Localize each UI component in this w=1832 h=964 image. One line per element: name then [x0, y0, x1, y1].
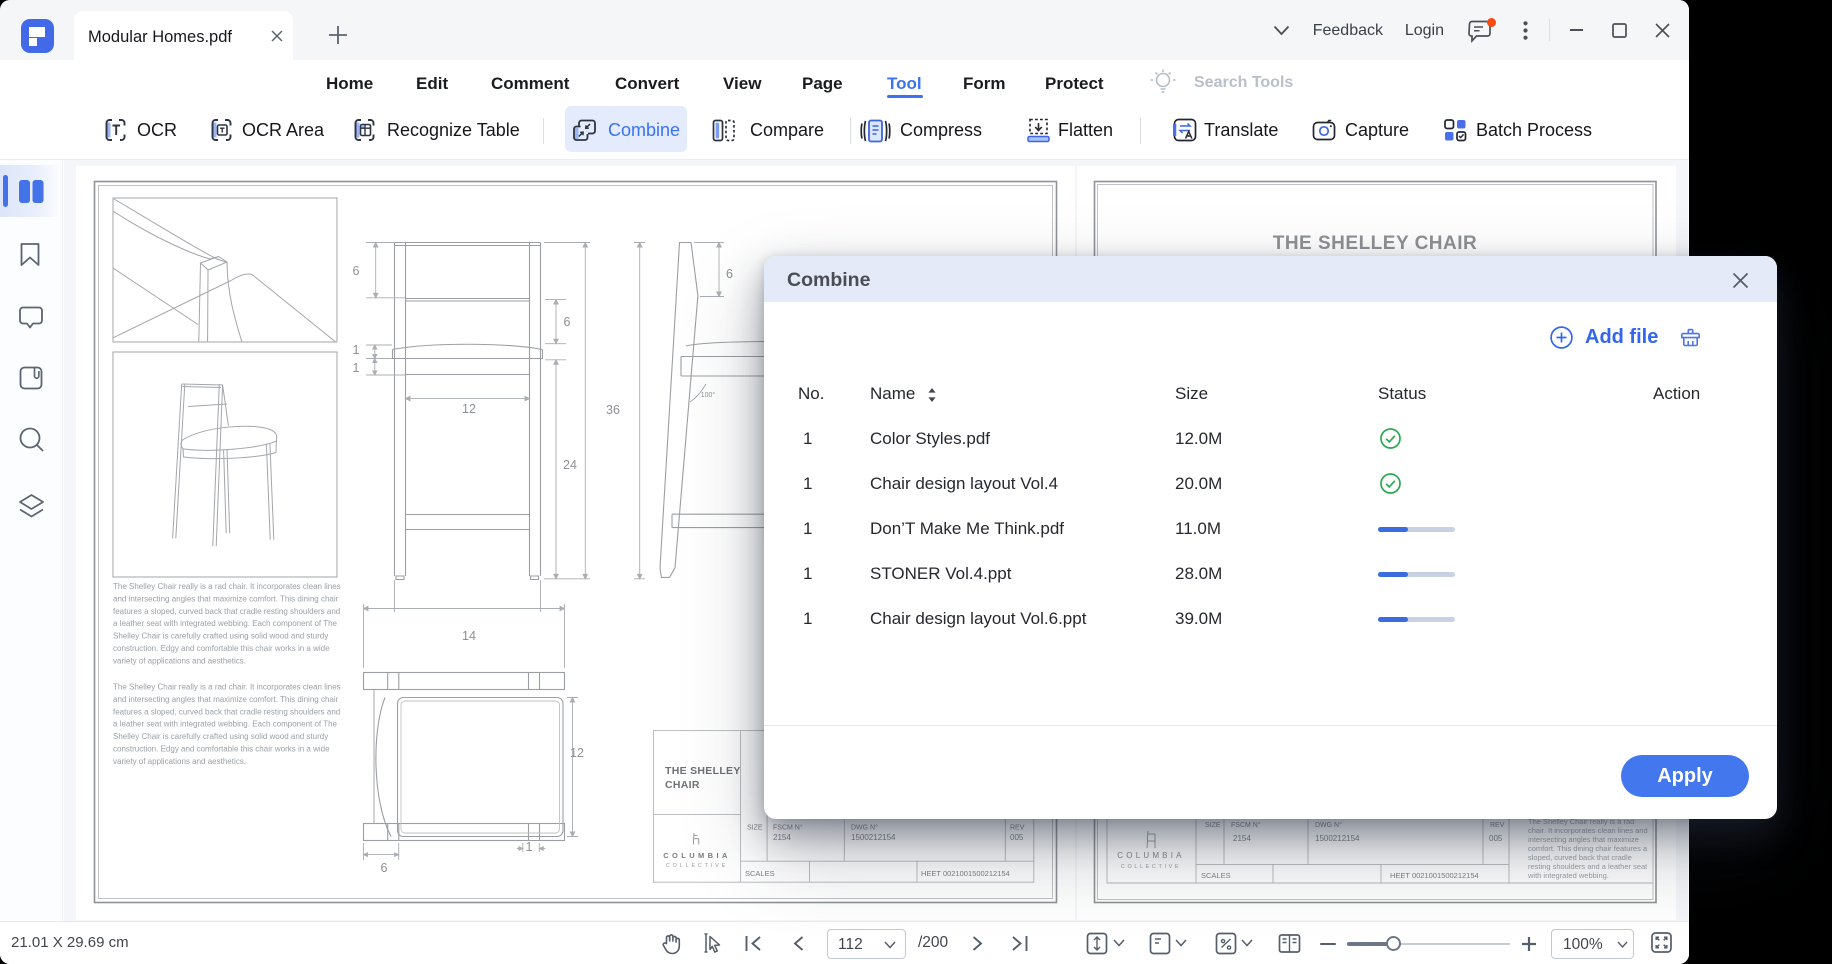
- svg-text:construction. Edgy and comfort: construction. Edgy and comfortable this …: [113, 644, 330, 653]
- svg-text:THE SHELLEY: THE SHELLEY: [665, 765, 741, 777]
- svg-text:005: 005: [1489, 834, 1503, 843]
- svg-text:12: 12: [462, 402, 476, 416]
- svg-text:HEET 0021001500212154: HEET 0021001500212154: [1390, 871, 1479, 880]
- svg-text:chair. It incorporates clean l: chair. It incorporates clean lines and: [1528, 826, 1648, 835]
- svg-text:1: 1: [526, 840, 533, 854]
- svg-text:features a sloped, curved back: features a sloped, curved back that crad…: [113, 707, 340, 716]
- svg-text:100°: 100°: [701, 391, 716, 399]
- svg-text:THE SHELLEY CHAIR: THE SHELLEY CHAIR: [1273, 233, 1478, 254]
- svg-text:DWG N°: DWG N°: [851, 824, 878, 832]
- svg-text:COLLECTIVE: COLLECTIVE: [1121, 864, 1181, 870]
- svg-text:a leather seat with integrated: a leather seat with integrated webbing. …: [113, 619, 338, 628]
- svg-text:1: 1: [353, 361, 360, 375]
- svg-text:resting shoulders and a leathe: resting shoulders and a leather seat: [1528, 862, 1648, 871]
- svg-text:a leather seat with integrated: a leather seat with integrated webbing. …: [113, 720, 338, 729]
- svg-text:6: 6: [381, 861, 388, 875]
- svg-text:COLUMBIA: COLUMBIA: [663, 851, 731, 860]
- svg-text:REV: REV: [1010, 825, 1025, 832]
- svg-text:with integrated webbing.: with integrated webbing.: [1527, 871, 1609, 880]
- svg-text:DWG N°: DWG N°: [1315, 821, 1342, 829]
- svg-text:SCALES: SCALES: [745, 869, 775, 878]
- svg-text:SIZE: SIZE: [747, 825, 763, 832]
- svg-text:FSCM N°: FSCM N°: [773, 824, 803, 832]
- svg-text:1500212154: 1500212154: [1315, 834, 1360, 843]
- svg-text:construction. Edgy and comfort: construction. Edgy and comfortable this …: [113, 745, 330, 754]
- svg-text:and intersecting angles that m: and intersecting angles that maximize co…: [113, 594, 339, 603]
- svg-text:The Shelley Chair really is a: The Shelley Chair really is a rad chair.…: [113, 683, 341, 692]
- svg-text:1500212154: 1500212154: [851, 833, 896, 842]
- svg-text:sloped, curved back that cradl: sloped, curved back that cradle: [1528, 853, 1632, 862]
- svg-text:comfort. This dining chair fea: comfort. This dining chair features a: [1528, 844, 1648, 853]
- svg-text:12: 12: [570, 746, 584, 760]
- svg-text:Shelley Chair is carefully cra: Shelley Chair is carefully crafted using…: [113, 632, 328, 641]
- svg-text:1: 1: [353, 343, 360, 357]
- svg-text:variety of applications and ae: variety of applications and aesthetics.: [113, 757, 246, 766]
- svg-text:COLLECTIVE: COLLECTIVE: [666, 863, 728, 869]
- svg-text:HEET 0021001500212154: HEET 0021001500212154: [921, 869, 1010, 878]
- svg-text:SIZE: SIZE: [1205, 822, 1221, 829]
- svg-text:COLUMBIA: COLUMBIA: [1117, 851, 1184, 860]
- svg-text:SCALES: SCALES: [1201, 871, 1231, 880]
- svg-text:The Shelley Chair really is a: The Shelley Chair really is a rad chair.…: [113, 582, 341, 591]
- svg-text:and intersecting angles that m: and intersecting angles that maximize co…: [113, 695, 339, 704]
- svg-text:2154: 2154: [773, 833, 791, 842]
- svg-text:005: 005: [1010, 833, 1024, 842]
- svg-text:6: 6: [353, 264, 360, 278]
- svg-text:features a sloped, curved back: features a sloped, curved back that crad…: [113, 607, 340, 616]
- svg-text:14: 14: [462, 629, 476, 643]
- svg-text:Shelley Chair is carefully cra: Shelley Chair is carefully crafted using…: [113, 732, 328, 741]
- svg-text:2154: 2154: [1233, 834, 1251, 843]
- svg-text:6: 6: [564, 315, 571, 329]
- svg-text:variety of applications and ae: variety of applications and aesthetics.: [113, 656, 246, 665]
- svg-text:CHAIR: CHAIR: [665, 779, 700, 791]
- svg-text:intersecting angles that maxim: intersecting angles that maximize: [1528, 835, 1639, 844]
- svg-text:FSCM N°: FSCM N°: [1231, 821, 1261, 829]
- svg-text:36: 36: [606, 403, 620, 417]
- svg-text:24: 24: [563, 458, 577, 472]
- svg-text:REV: REV: [1490, 822, 1505, 829]
- svg-text:6: 6: [726, 267, 733, 281]
